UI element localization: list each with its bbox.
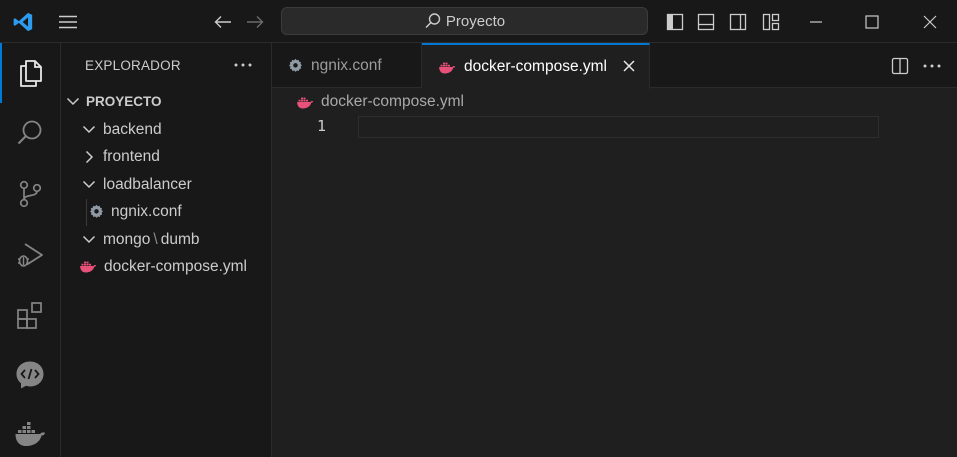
toggle-panel-icon[interactable] (695, 0, 717, 43)
extensions-icon (17, 302, 42, 329)
tree-item-label-compact: dumb (160, 230, 200, 248)
activity-bar (0, 43, 61, 457)
tree-item-loadbalancer[interactable]: loadbalancer (61, 171, 271, 198)
code-chat-icon (16, 361, 44, 389)
tab-docker-compose[interactable]: docker-compose.yml (422, 43, 650, 89)
search-label: Proyecto (445, 12, 506, 30)
tree-item-label: docker-compose.yml (104, 257, 247, 275)
more-actions-icon[interactable] (920, 54, 944, 78)
close-tab-icon[interactable] (621, 58, 637, 74)
toggle-primary-sidebar-icon[interactable] (664, 0, 686, 43)
search-icon (425, 13, 441, 29)
close-window-icon[interactable] (918, 0, 942, 43)
chevron-right-icon (81, 149, 97, 165)
activity-run-debug[interactable] (0, 225, 60, 285)
activity-source-control[interactable] (0, 164, 60, 224)
gear-icon (288, 58, 303, 73)
minimize-icon[interactable] (804, 0, 828, 43)
title-bar: Proyecto (0, 0, 957, 43)
activity-explorer[interactable] (0, 43, 60, 103)
activity-docker[interactable] (0, 405, 60, 457)
split-editor-icon[interactable] (888, 54, 912, 78)
run-debug-icon (18, 243, 43, 267)
chevron-down-icon (81, 232, 97, 248)
activity-extensions[interactable] (0, 285, 60, 345)
tree-item-docker-compose[interactable]: docker-compose.yml (61, 253, 271, 280)
tree-item-label: ngnix.conf (111, 202, 182, 220)
vscode-logo-icon (10, 0, 36, 43)
tree-item-label: frontend (103, 147, 160, 165)
editor-current-line[interactable] (358, 116, 879, 138)
chevron-down-icon (65, 94, 81, 110)
docker-icon (79, 260, 97, 273)
files-icon (20, 60, 42, 87)
line-number: 1 (316, 117, 326, 135)
maximize-icon[interactable] (860, 0, 884, 43)
chevron-down-icon (81, 177, 97, 193)
search-icon (17, 120, 42, 145)
tree-item-label: backend (103, 120, 162, 138)
tree-item-mongo-dumb[interactable]: mongo \ dumb (61, 226, 271, 253)
editor-tab-bar: ngnix.conf docker-compose.yml (272, 43, 957, 89)
breadcrumb-label: docker-compose.yml (321, 93, 464, 110)
tree-item-label: loadbalancer (103, 175, 192, 193)
tab-label: docker-compose.yml (464, 58, 607, 75)
activity-search[interactable] (0, 103, 60, 163)
toggle-secondary-sidebar-icon[interactable] (727, 0, 749, 43)
command-center-search[interactable]: Proyecto (281, 7, 648, 35)
docker-icon (438, 61, 456, 74)
gear-icon (89, 204, 104, 219)
path-separator: \ (153, 230, 158, 248)
explorer-title: EXPLORADOR (85, 58, 181, 73)
tree-item-backend[interactable]: backend (61, 116, 271, 143)
more-actions-icon[interactable] (231, 53, 255, 77)
tree-root-proyecto[interactable]: PROYECTO (61, 88, 271, 115)
explorer-sidebar: EXPLORADOR PROYECTO backend frontend loa… (61, 43, 272, 457)
breadcrumb[interactable]: docker-compose.yml (296, 91, 464, 113)
docker-icon (15, 422, 45, 446)
docker-icon (296, 96, 314, 109)
tree-root-label: PROYECTO (86, 94, 162, 109)
tree-item-frontend[interactable]: frontend (61, 143, 271, 170)
tab-ngnix-conf[interactable]: ngnix.conf (272, 43, 422, 88)
activity-live-share[interactable] (0, 345, 60, 405)
tree-item-label: mongo (103, 230, 151, 248)
chevron-down-icon (81, 122, 97, 138)
tab-label: ngnix.conf (311, 56, 382, 74)
back-arrow-icon[interactable] (211, 0, 235, 43)
forward-arrow-icon[interactable] (243, 0, 267, 43)
menu-icon[interactable] (56, 0, 80, 43)
source-control-icon (19, 180, 42, 208)
tree-item-ngnix-conf[interactable]: ngnix.conf (61, 198, 271, 225)
customize-layout-icon[interactable] (760, 0, 782, 43)
